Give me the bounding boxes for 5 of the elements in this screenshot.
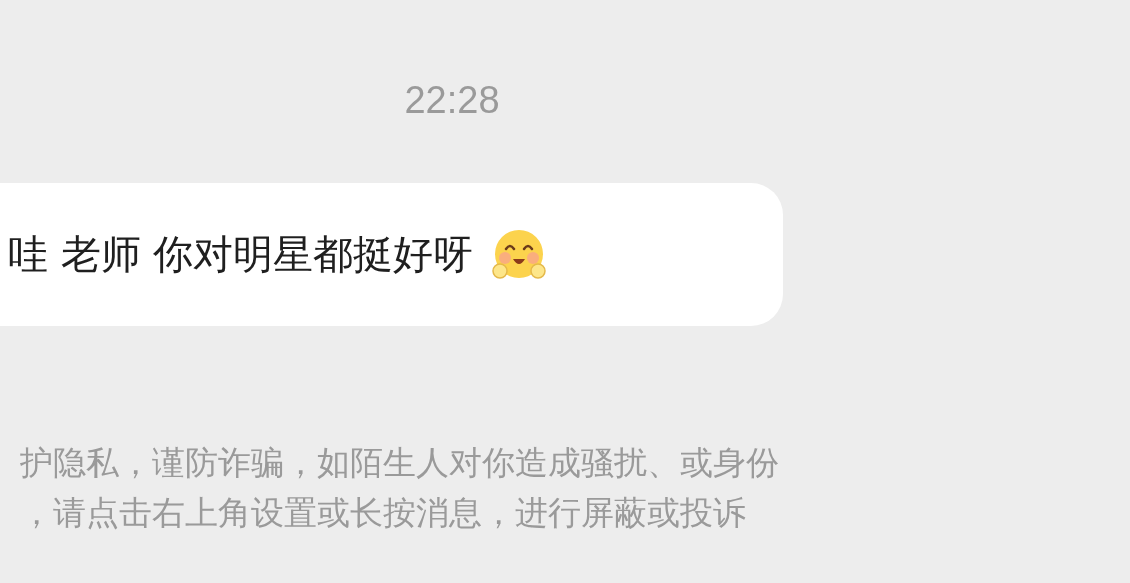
message-bubble[interactable]: 哇 老师 你对明星都挺好呀: [0, 183, 783, 326]
privacy-notice-line: 护隐私，谨防诈骗，如陌生人对你造成骚扰、或身份: [20, 442, 780, 484]
privacy-notice-line: ，请点击右上角设置或长按消息，进行屏蔽或投诉: [20, 492, 747, 534]
message-timestamp: 22:28: [404, 78, 500, 122]
message-text: 哇 老师 你对明星都挺好呀: [8, 230, 474, 279]
